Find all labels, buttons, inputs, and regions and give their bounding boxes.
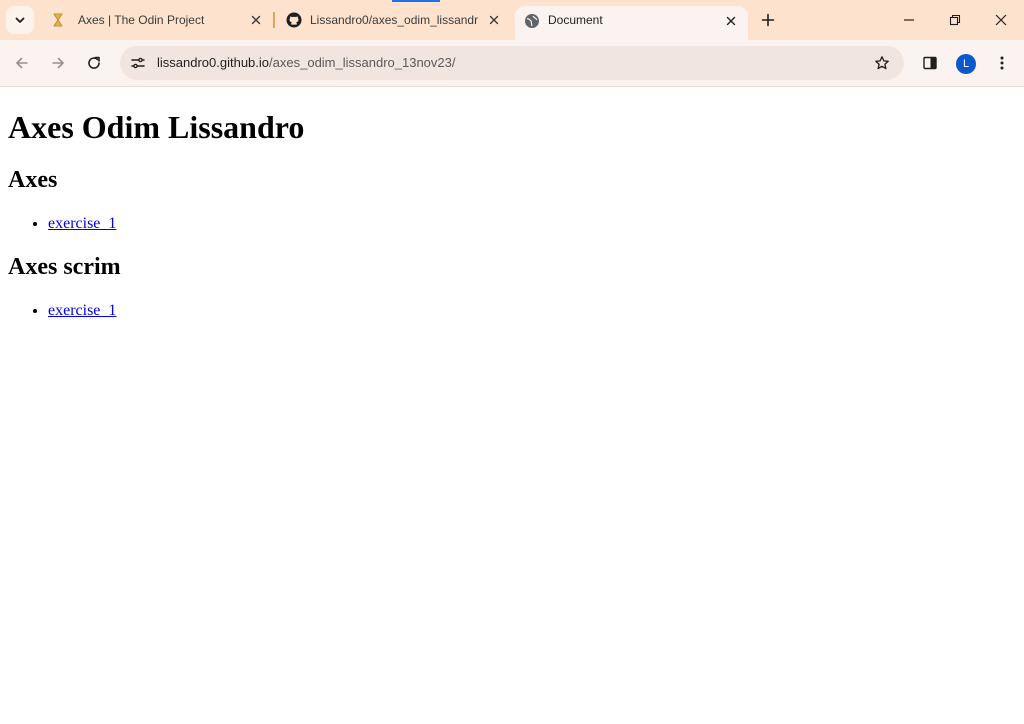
exercise-link[interactable]: exercise_1 (48, 215, 116, 232)
tab-document[interactable]: Document (515, 6, 748, 40)
tab-odin-project[interactable]: Axes | The Odin Project (44, 7, 270, 33)
forward-button[interactable] (44, 49, 72, 77)
star-icon (875, 56, 889, 70)
tab-title: Document (548, 13, 603, 27)
close-window-button[interactable] (978, 0, 1024, 40)
close-tab-button[interactable] (248, 12, 264, 28)
github-icon (286, 12, 302, 28)
url-host: lissandro0.github.io (157, 55, 270, 70)
new-tab-button[interactable] (756, 8, 780, 32)
minimize-icon (904, 19, 914, 21)
browser-toolbar: lissandro0.github.io/axes_odim_lissandro… (0, 40, 1024, 87)
globe-icon (525, 14, 539, 28)
restore-icon (949, 14, 961, 26)
profile-avatar[interactable]: L (956, 54, 976, 74)
section-heading-axes: Axes (8, 167, 58, 193)
profile-initial: L (962, 58, 970, 70)
close-icon (489, 15, 499, 25)
section-list-axes: exercise_1 (8, 215, 116, 233)
address-bar[interactable]: lissandro0.github.io/axes_odim_lissandro… (120, 46, 904, 80)
arrow-left-icon (16, 57, 28, 69)
chevron-down-icon (15, 17, 25, 23)
back-button[interactable] (8, 49, 36, 77)
close-tab-button[interactable] (486, 12, 502, 28)
list-item: exercise_1 (48, 302, 116, 320)
section-heading-axes-scrim: Axes scrim (8, 254, 121, 280)
list-item: exercise_1 (48, 215, 116, 233)
close-icon (251, 15, 261, 25)
tune-icon (131, 57, 145, 69)
tab-title: Axes | The Odin Project (78, 13, 205, 27)
side-panel-button[interactable] (916, 49, 944, 77)
loading-indicator (392, 0, 440, 2)
tab-title: Lissandro0/axes_odim_lissandro (310, 13, 478, 27)
page-title: Axes Odim Lissandro (8, 109, 305, 145)
restore-button[interactable] (932, 0, 978, 40)
reload-icon (88, 56, 100, 69)
exercise-link[interactable]: exercise_1 (48, 302, 116, 319)
section-list-axes-scrim: exercise_1 (8, 302, 116, 320)
reload-button[interactable] (80, 49, 108, 77)
minimize-button[interactable] (886, 0, 932, 40)
close-icon (995, 14, 1007, 26)
tab-separator (273, 12, 275, 28)
tab-search-button[interactable] (6, 6, 34, 34)
side-panel-icon (923, 56, 937, 70)
page-content: Axes Odim Lissandro Axes exercise_1 Axes… (0, 87, 1024, 724)
site-info-button[interactable] (124, 49, 152, 77)
more-vertical-icon (1000, 56, 1004, 70)
url-text[interactable]: lissandro0.github.io/axes_odim_lissandro… (157, 55, 456, 70)
plus-icon (761, 13, 775, 27)
bookmark-button[interactable] (872, 53, 892, 73)
close-icon (726, 16, 736, 26)
arrow-right-icon (52, 57, 64, 69)
tab-github-repo[interactable]: Lissandro0/axes_odim_lissandro (280, 7, 508, 33)
close-tab-button[interactable] (723, 13, 739, 29)
tab-strip: Axes | The Odin Project Lissandro0/axes_… (0, 0, 1024, 40)
menu-button[interactable] (988, 49, 1016, 77)
odin-hourglass-icon (53, 13, 63, 27)
url-path: /axes_odim_lissandro_13nov23/ (269, 55, 456, 70)
